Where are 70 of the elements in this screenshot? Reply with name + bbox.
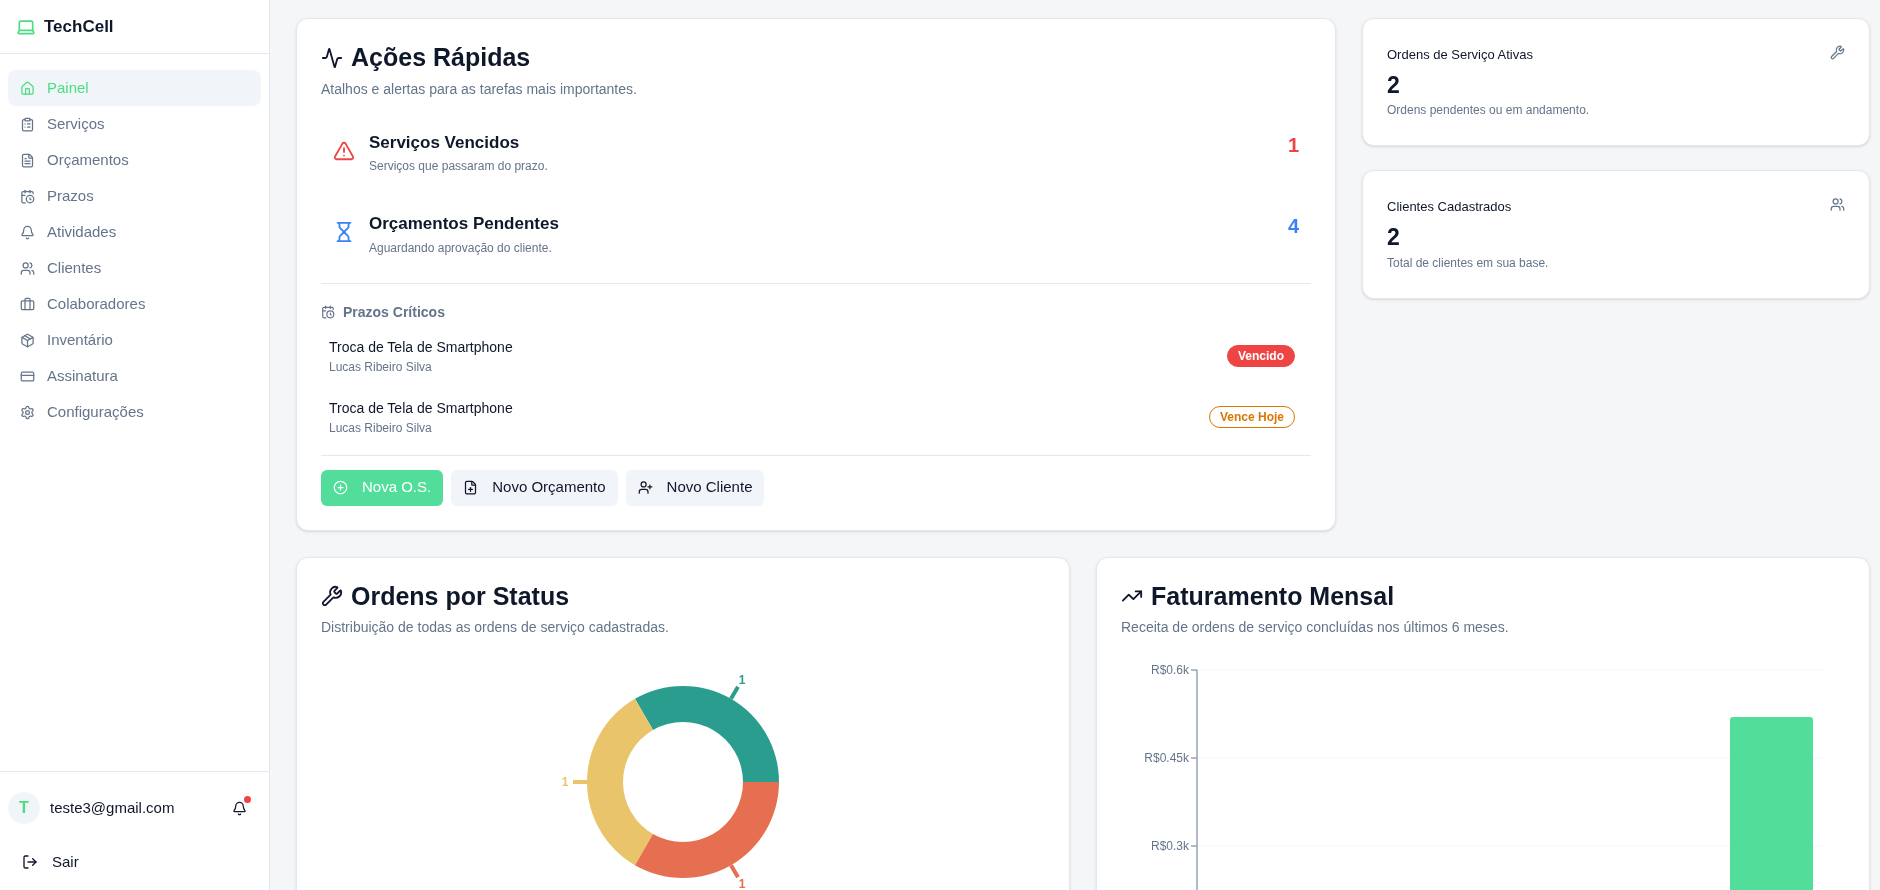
stat-description: Total de clientes em sua base. <box>1387 254 1550 272</box>
alert-count: 1 <box>1287 132 1299 158</box>
section-title: Prazos Críticos <box>343 302 445 322</box>
card-title: Ações Rápidas <box>351 42 531 73</box>
briefcase-icon <box>20 296 35 312</box>
logout-icon <box>22 854 38 870</box>
logout-button[interactable]: Sair <box>8 842 93 882</box>
alert-count: 4 <box>1287 214 1299 239</box>
wrench-icon <box>321 585 343 608</box>
client-name: Lucas Ribeiro Silva <box>329 419 433 437</box>
nav-item[interactable]: Atividades <box>8 214 261 250</box>
stat-value: 2 <box>1387 222 1401 252</box>
nav-item[interactable]: Assinatura <box>8 358 261 394</box>
card-title: Ordens por Status <box>351 580 570 612</box>
document-icon <box>20 152 35 168</box>
user-plus-icon <box>637 480 653 495</box>
users-icon <box>1830 197 1845 213</box>
nav-item[interactable]: Orçamentos <box>8 142 261 178</box>
nav-item[interactable]: Prazos <box>8 178 261 214</box>
bell-icon <box>231 800 247 816</box>
card-subtitle: Distribuição de todas as ordens de serviço cadastradas. <box>321 618 670 637</box>
users-icon <box>20 260 35 276</box>
clipboard-icon <box>20 116 35 132</box>
service-name: Troca de Tela de Smartphone <box>329 398 513 418</box>
axis-label: R$0.3k <box>1150 839 1189 853</box>
brand-name: TechCell <box>44 15 114 38</box>
plus-circle-icon <box>333 480 348 495</box>
nav-item[interactable]: Clientes <box>8 250 261 286</box>
data-label: 1 <box>738 672 746 687</box>
nav-item[interactable]: Configurações <box>8 394 261 430</box>
home-icon <box>20 80 35 96</box>
client-name: Lucas Ribeiro Silva <box>329 358 433 376</box>
settings-icon <box>20 404 35 420</box>
package-icon <box>20 332 35 348</box>
alert-description: Aguardando aprovação do cliente. <box>369 239 553 257</box>
user-email: teste3@gmail.com <box>50 797 175 818</box>
data-label: 1 <box>738 877 746 890</box>
card-subtitle: Receita de ordens de serviço concluídas nos últimos 6 meses. <box>1121 618 1510 637</box>
avatar: T <box>8 792 40 824</box>
stat-title: Clientes Cadastrados <box>1387 198 1512 217</box>
stat-title: Ordens de Serviço Ativas <box>1387 46 1533 64</box>
stat-value: 2 <box>1387 70 1401 100</box>
activity-icon <box>321 46 343 69</box>
leader-line <box>729 864 740 879</box>
nav-item[interactable]: Colaboradores <box>8 286 261 322</box>
leader-line <box>573 780 587 784</box>
calendar-clock-icon <box>20 188 35 204</box>
bell-icon <box>20 224 35 240</box>
calendar-clock-icon <box>321 305 335 319</box>
status-badge: Vence Hoje <box>1208 406 1295 428</box>
alert-title: Orçamentos Pendentes <box>369 213 559 235</box>
nav-item[interactable]: Serviços <box>8 106 261 142</box>
nav-item[interactable]: Inventário <box>8 322 261 358</box>
service-name: Troca de Tela de Smartphone <box>329 337 513 357</box>
stat-description: Ordens pendentes ou em andamento. <box>1387 102 1591 120</box>
leader-line <box>729 685 740 700</box>
action-button[interactable]: Novo Cliente <box>625 469 765 506</box>
axis-label: R$0.6k <box>1150 663 1189 677</box>
credit-card-icon <box>20 368 35 384</box>
file-plus-icon <box>463 480 479 495</box>
action-button[interactable]: Novo Orçamento <box>451 469 618 506</box>
axis-label: R$0.45k <box>1144 751 1189 765</box>
wrench-icon <box>1830 45 1845 60</box>
warning-icon <box>333 139 355 162</box>
alert-title: Serviços Vencidos <box>369 131 521 154</box>
status-badge: Vencido <box>1227 345 1295 367</box>
card-title: Faturamento Mensal <box>1151 580 1395 612</box>
card-subtitle: Atalhos e alertas para as tarefas mais importantes. <box>321 79 638 99</box>
data-label: 1 <box>561 775 569 789</box>
alert-description: Serviços que passaram do prazo. <box>369 158 548 175</box>
